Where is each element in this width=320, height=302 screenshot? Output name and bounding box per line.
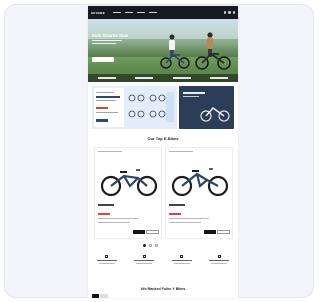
feature-desc xyxy=(136,263,153,265)
nav-icons xyxy=(223,11,235,14)
nav-menu-item[interactable] xyxy=(125,11,134,14)
promo-bikes-grid xyxy=(128,92,174,122)
nav-menu xyxy=(113,11,158,14)
bottom-tab[interactable] xyxy=(100,294,108,298)
top-nav: HEYBIKE xyxy=(88,6,238,19)
feature-desc xyxy=(173,263,190,265)
bottom-tab-active[interactable] xyxy=(92,294,99,298)
promo-banner-feature[interactable] xyxy=(179,86,234,129)
product-bike-image xyxy=(100,169,158,197)
buy-now-button[interactable] xyxy=(204,230,216,234)
learn-more-button[interactable] xyxy=(217,230,230,234)
promo-button[interactable] xyxy=(96,119,108,122)
product-badge xyxy=(98,151,122,153)
product-detail-line xyxy=(169,218,209,220)
promo-line xyxy=(96,112,118,114)
product-name xyxy=(98,204,114,206)
product-detail-line xyxy=(98,222,130,224)
search-icon[interactable] xyxy=(223,11,227,14)
account-icon[interactable] xyxy=(228,11,231,14)
hero-shop-button[interactable] xyxy=(92,57,114,62)
carousel-dot[interactable] xyxy=(149,244,152,247)
brand-logo[interactable]: HEYBIKE xyxy=(91,11,105,15)
product-price xyxy=(98,213,110,215)
nav-menu-item[interactable] xyxy=(113,11,122,14)
promo-line xyxy=(96,100,116,102)
nav-menu-item[interactable] xyxy=(137,11,146,14)
buy-now-button[interactable] xyxy=(133,230,145,234)
warranty-icon xyxy=(142,255,146,258)
product-card[interactable] xyxy=(94,147,162,239)
promo-bike-image xyxy=(200,107,230,122)
promo-text-block xyxy=(94,88,124,127)
feature-item xyxy=(205,255,233,265)
cart-icon[interactable] xyxy=(232,11,235,14)
promo-line xyxy=(96,92,114,94)
promo-headline xyxy=(183,92,205,94)
product-detail-line xyxy=(169,222,201,224)
product-name xyxy=(169,204,185,206)
carousel-dot[interactable] xyxy=(143,244,146,247)
features-row xyxy=(88,255,238,265)
carousel-dots xyxy=(143,244,158,247)
hero-subtitle-line xyxy=(92,40,122,42)
nav-menu-item[interactable] xyxy=(149,11,158,14)
hero-banner[interactable]: Ride Smarter Now xyxy=(88,19,238,82)
product-detail-line xyxy=(98,218,138,220)
benefit-item xyxy=(210,77,229,79)
feature-desc xyxy=(211,263,228,265)
carousel-dot[interactable] xyxy=(155,244,158,247)
feature-title xyxy=(209,260,230,262)
feature-title xyxy=(171,260,192,262)
return-icon xyxy=(180,255,184,258)
promo-banner-sale[interactable] xyxy=(92,86,177,129)
webpage-thumbnail: HEYBIKE Ride Smarter Now Our Top E-Bikes… xyxy=(88,6,238,298)
benefit-item xyxy=(97,77,116,79)
feature-desc xyxy=(98,263,115,265)
hero-riders-image xyxy=(160,32,231,70)
product-price xyxy=(169,213,181,215)
shipping-icon xyxy=(105,255,109,258)
promo-headline xyxy=(96,96,120,98)
product-badge xyxy=(169,151,193,153)
benefit-item xyxy=(135,77,154,79)
feature-item xyxy=(130,255,158,265)
feature-item xyxy=(168,255,196,265)
hero-title: Ride Smarter Now xyxy=(92,33,129,38)
feature-title xyxy=(96,260,117,262)
support-icon xyxy=(217,255,221,258)
feature-item xyxy=(93,255,121,265)
hero-subtitle-line xyxy=(92,43,116,45)
product-bike-image xyxy=(171,168,229,197)
hero-benefits-strip xyxy=(88,74,238,82)
benefit-item xyxy=(172,77,191,79)
feature-title xyxy=(134,260,155,262)
section-title-bottom: Ufo Ranked Fuller Y Bikes xyxy=(140,287,186,291)
section-title-top-bikes: Our Top E-Bikes xyxy=(147,136,179,141)
learn-more-button[interactable] xyxy=(146,230,159,234)
product-card[interactable] xyxy=(165,147,233,239)
promo-price xyxy=(96,107,108,109)
promo-line xyxy=(183,96,199,98)
